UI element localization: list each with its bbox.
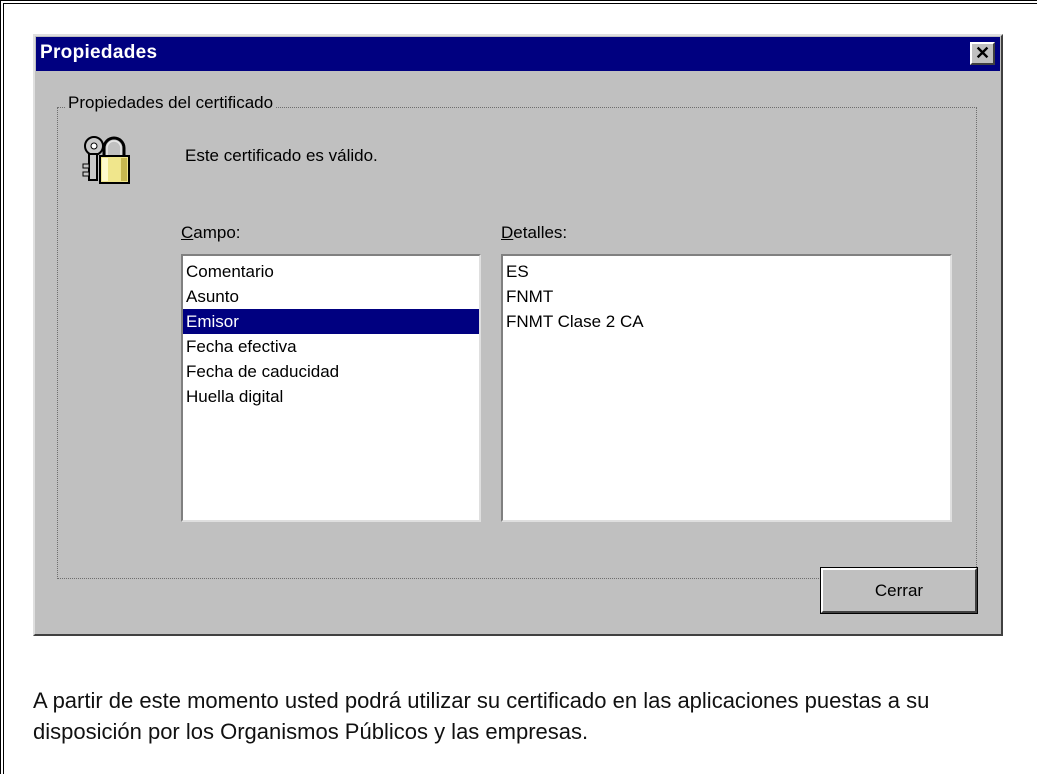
properties-dialog: Propiedades ✕ Propiedades del certificad… [33, 34, 1003, 636]
details-list-item: FNMT Clase 2 CA [506, 312, 644, 331]
dialog-title: Propiedades [40, 42, 158, 63]
close-icon[interactable]: ✕ [970, 42, 995, 65]
title-bar[interactable]: Propiedades ✕ [36, 37, 1000, 71]
certificate-status-text: Este certificado es válido. [185, 146, 378, 165]
details-label: Detalles: [501, 223, 567, 243]
field-listbox[interactable]: Comentario Asunto Emisor Fecha efectiva … [181, 254, 481, 522]
field-list-item[interactable]: Fecha efectiva [183, 334, 479, 359]
details-label-accelerator: D [501, 223, 514, 242]
field-list-item[interactable]: Comentario [183, 259, 479, 284]
field-list-item[interactable]: Huella digital [183, 384, 479, 409]
group-label: Propiedades del certificado [65, 93, 277, 113]
field-list-item-selected[interactable]: Emisor [183, 309, 479, 334]
field-list-item[interactable]: Fecha de caducidad [183, 359, 479, 384]
field-list-item[interactable]: Asunto [183, 284, 479, 309]
details-label-text: etalles: [513, 223, 568, 242]
field-label-text: ampo: [193, 223, 241, 242]
field-label-accelerator: C [181, 223, 194, 242]
field-label: Campo: [181, 223, 241, 243]
details-list-item: ES [506, 262, 529, 281]
certificate-lock-icon [82, 136, 130, 184]
close-button[interactable]: Cerrar [820, 567, 978, 614]
instruction-paragraph: A partir de este momento usted podrá uti… [33, 688, 930, 744]
details-listbox[interactable]: ES FNMT FNMT Clase 2 CA [501, 254, 952, 522]
details-list-item: FNMT [506, 287, 554, 306]
